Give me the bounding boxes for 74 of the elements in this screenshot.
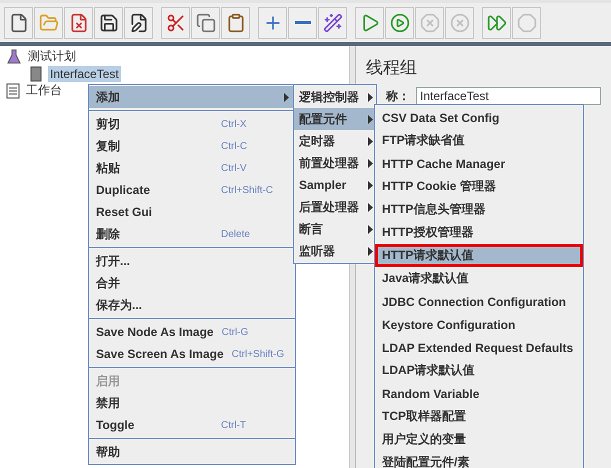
menu-item[interactable]: Duplicate Ctrl+Shift-C — [89, 179, 295, 201]
toolbar-button[interactable] — [4, 6, 33, 38]
save-edit-icon — [128, 12, 148, 32]
toolbar-button[interactable] — [318, 6, 347, 38]
menu-item[interactable]: 帮助 — [89, 441, 295, 463]
file-x-icon — [68, 12, 88, 32]
name-label: 称： — [386, 88, 410, 104]
menu-item[interactable]: 配置元件 — [294, 108, 376, 130]
toolbar-button[interactable] — [94, 6, 123, 38]
play-circle-icon — [390, 12, 410, 32]
toolbar-button[interactable] — [161, 6, 190, 38]
submenu-arrow-icon — [368, 158, 373, 168]
toolbar-button[interactable] — [221, 6, 250, 38]
menu-item[interactable]: 逻辑控制器 — [294, 86, 376, 108]
menu-item[interactable]: Keystore Configuration — [375, 313, 583, 336]
menu-item[interactable]: Save Node As Image Ctrl-G — [89, 321, 295, 343]
save-icon — [98, 12, 118, 32]
close-circle-icon — [450, 12, 470, 32]
copy-icon — [196, 12, 216, 32]
name-field[interactable]: InterfaceTest — [416, 87, 601, 105]
minus-icon — [294, 21, 310, 24]
tree-item[interactable]: InterfaceTest — [48, 66, 121, 82]
submenu-arrow-icon — [368, 202, 373, 212]
menu-item[interactable]: CSV Data Set Config — [375, 106, 583, 129]
menu-item[interactable]: HTTP Cookie 管理器 — [375, 175, 583, 198]
menu-item[interactable]: 禁用 — [89, 392, 295, 414]
submenu-arrow-icon — [368, 136, 373, 146]
wand-icon — [322, 12, 342, 32]
octagon-icon — [516, 12, 536, 32]
menu-item[interactable]: 登陆配置元件/素 — [375, 451, 583, 468]
menu-item[interactable]: 断言 — [294, 218, 376, 240]
menu-item[interactable]: 用户定义的变量 — [375, 428, 583, 451]
menu-item[interactable]: Toggle Ctrl-T — [89, 414, 295, 436]
menu-item[interactable]: Save Screen As Image Ctrl+Shift-G — [89, 343, 295, 365]
flask-icon — [6, 48, 22, 64]
fast-forward-icon — [486, 12, 506, 32]
menu-item[interactable]: 添加 — [89, 86, 295, 108]
menu-item[interactable]: 删除 Delete — [89, 223, 295, 245]
menu-item[interactable]: 监听器 — [294, 240, 376, 262]
toolbar-button[interactable] — [124, 6, 153, 38]
menu-item[interactable]: HTTP信息头管理器 — [375, 198, 583, 221]
scissors-icon — [166, 12, 186, 32]
submenu-arrow-icon — [368, 92, 373, 102]
menu-item[interactable]: 复制 Ctrl-C — [89, 135, 295, 157]
menu-item[interactable]: Random Variable — [375, 382, 583, 405]
menu-item[interactable]: 合并 — [89, 272, 295, 294]
new-file-icon — [8, 12, 28, 32]
menu-item[interactable]: Reset Gui — [89, 201, 295, 223]
menu-item[interactable]: FTP请求缺省值 — [375, 129, 583, 152]
submenu-arrow-icon — [368, 224, 373, 234]
tree-item[interactable]: 测试计划 — [26, 47, 78, 66]
menu-item[interactable]: 保存为... — [89, 294, 295, 316]
tree-item[interactable]: 工作台 — [24, 81, 64, 100]
menu-item[interactable]: HTTP Cache Manager — [375, 152, 583, 175]
folder-icon — [38, 12, 58, 32]
menu-item[interactable]: JDBC Connection Configuration — [375, 290, 583, 313]
menu-item[interactable]: 粘贴 Ctrl-V — [89, 157, 295, 179]
menu-item[interactable]: HTTP授权管理器 — [375, 221, 583, 244]
submenu-arrow-icon — [368, 246, 373, 256]
menu-item[interactable]: LDAP Extended Request Defaults — [375, 336, 583, 359]
menu-item[interactable]: 前置处理器 — [294, 152, 376, 174]
menu-item[interactable]: 剪切 Ctrl-X — [89, 113, 295, 135]
stop-icon — [420, 12, 440, 32]
menu-item[interactable]: 定时器 — [294, 130, 376, 152]
menu-item[interactable]: Sampler — [294, 174, 376, 196]
menu-item[interactable]: TCP取样器配置 — [375, 405, 583, 428]
submenu-arrow-icon — [368, 180, 373, 190]
menu-item[interactable]: Java请求默认值 — [375, 267, 583, 290]
panel-title: 线程组 — [366, 57, 418, 79]
submenu-arrow-icon — [368, 114, 373, 124]
menu-item[interactable]: HTTP请求默认值 — [375, 244, 583, 267]
menu-item[interactable]: 后置处理器 — [294, 196, 376, 218]
menu-item[interactable]: 打开... — [89, 250, 295, 272]
menu-item[interactable]: LDAP请求默认值 — [375, 359, 583, 382]
